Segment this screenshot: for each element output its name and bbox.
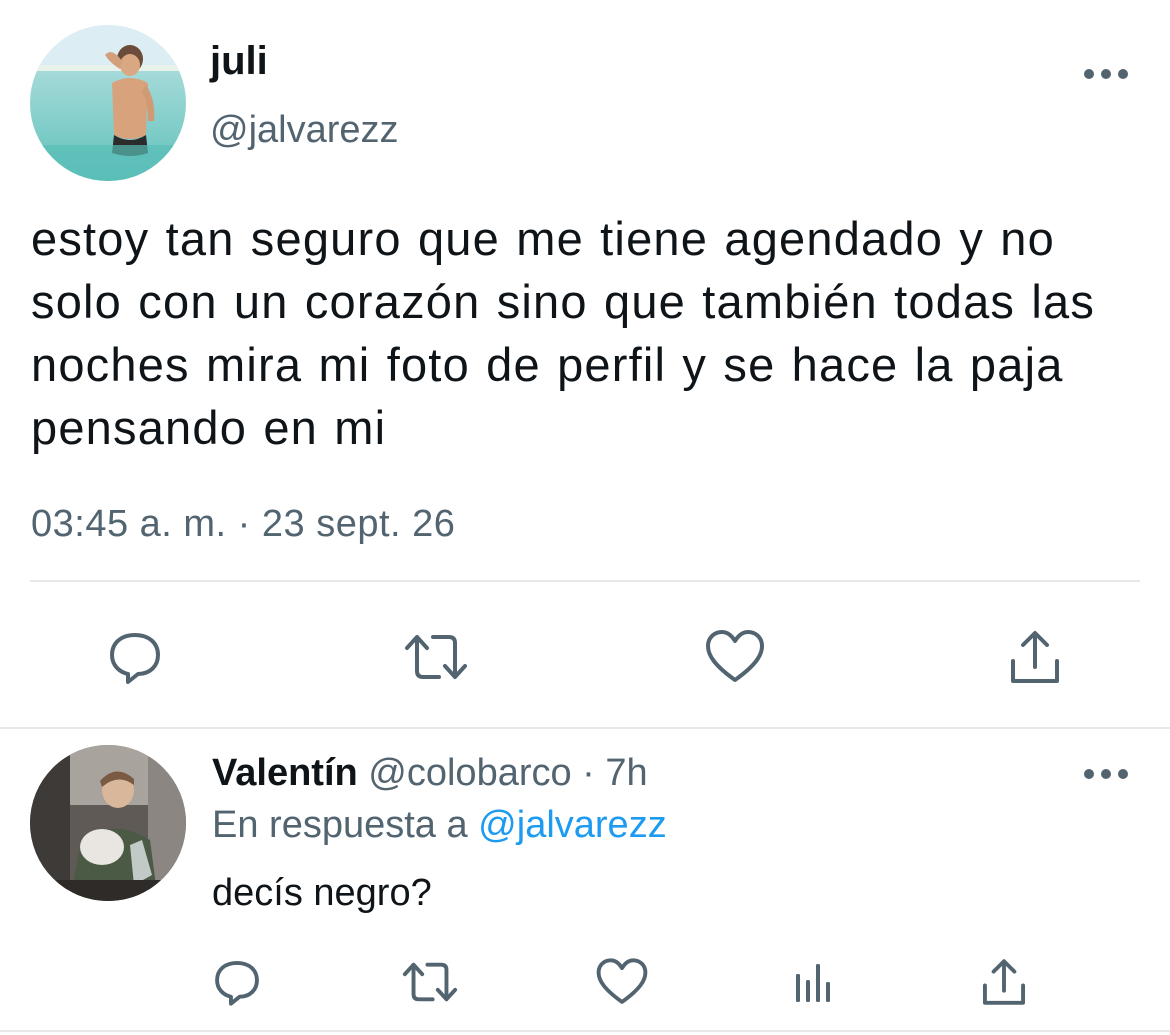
divider xyxy=(0,1030,1170,1032)
more-dot-icon xyxy=(1101,69,1111,79)
more-options-button[interactable] xyxy=(1084,64,1128,84)
reply-button[interactable] xyxy=(205,950,269,1014)
user-handle[interactable]: @jalvarezz xyxy=(210,105,399,155)
more-dot-icon xyxy=(1118,769,1128,779)
like-icon xyxy=(596,958,648,1004)
reply-button[interactable] xyxy=(100,622,170,692)
like-button[interactable] xyxy=(700,622,770,692)
more-dot-icon xyxy=(1084,769,1094,779)
meta-separator: · xyxy=(571,752,606,794)
tweet-text: estoy tan seguro que me tiene agendado y… xyxy=(31,212,1096,454)
avatar[interactable] xyxy=(30,25,186,181)
tweet-age[interactable]: 7h xyxy=(605,752,647,794)
more-dot-icon xyxy=(1118,69,1128,79)
like-button[interactable] xyxy=(590,950,654,1014)
tweet-timestamp[interactable]: 03:45 a. m. · 23 sept. 26 xyxy=(31,499,455,549)
reply-icon xyxy=(110,633,160,684)
retweet-button[interactable] xyxy=(396,950,464,1014)
avatar[interactable] xyxy=(30,745,186,901)
avatar-photo xyxy=(30,745,186,901)
mention-link[interactable]: @jalvarezz xyxy=(478,804,667,846)
reply-icon xyxy=(215,960,259,1006)
share-icon xyxy=(1011,631,1059,683)
tweet-text: decís negro? xyxy=(212,872,432,914)
retweet-icon xyxy=(404,635,467,679)
analytics-button[interactable] xyxy=(782,950,846,1014)
more-dot-icon xyxy=(1084,69,1094,79)
analytics-icon xyxy=(796,964,830,1002)
like-icon xyxy=(706,630,764,682)
retweet-icon xyxy=(402,962,458,1002)
user-handle[interactable]: @colobarco xyxy=(368,752,571,794)
reply-header: Valentín @colobarco · 7h xyxy=(212,748,648,798)
share-button[interactable] xyxy=(972,950,1036,1014)
share-icon xyxy=(982,959,1026,1005)
divider xyxy=(30,580,1140,582)
replying-to: En respuesta a @jalvarezz xyxy=(212,800,667,850)
replying-to-label: En respuesta a xyxy=(212,804,479,846)
display-name[interactable]: juli xyxy=(210,36,268,86)
more-options-button[interactable] xyxy=(1084,764,1128,784)
divider xyxy=(0,727,1170,729)
retweet-button[interactable] xyxy=(398,622,473,692)
display-name[interactable]: Valentín xyxy=(212,752,358,794)
more-dot-icon xyxy=(1101,769,1111,779)
avatar-photo xyxy=(30,25,186,181)
share-button[interactable] xyxy=(1000,622,1070,692)
